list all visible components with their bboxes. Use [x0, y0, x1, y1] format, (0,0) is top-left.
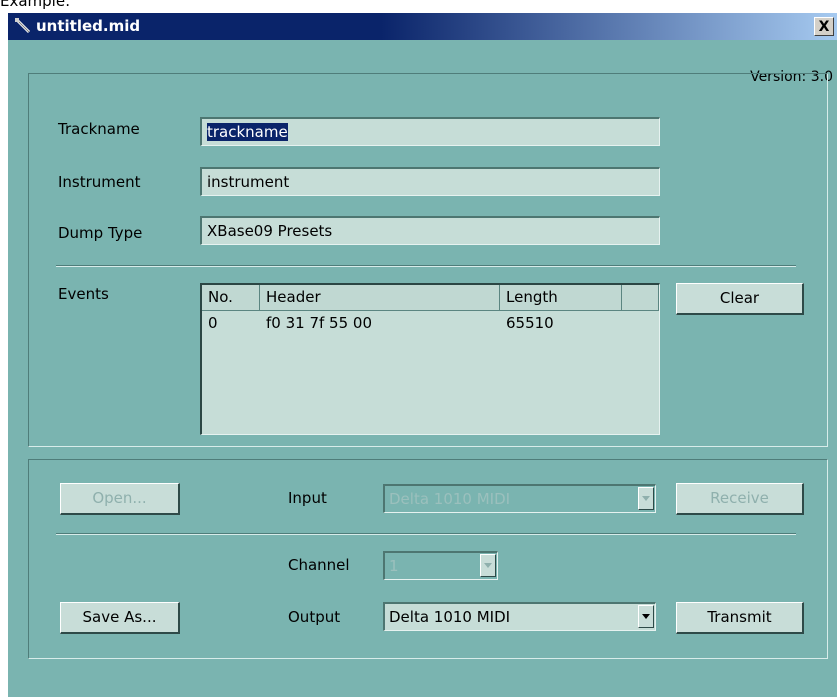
- events-list[interactable]: No. Header Length 0 f0 31 7f 55 00 65510: [200, 283, 660, 435]
- channel-label: Channel: [288, 556, 350, 574]
- instrument-field[interactable]: instrument: [200, 167, 660, 196]
- chevron-down-icon[interactable]: [480, 554, 496, 577]
- trackname-label: Trackname: [58, 120, 140, 138]
- trackname-field[interactable]: trackname: [200, 117, 660, 146]
- input-select[interactable]: Delta 1010 MIDI: [383, 484, 656, 513]
- channel-select-value: 1: [389, 557, 399, 575]
- chevron-down-icon[interactable]: [638, 605, 654, 628]
- input-select-value: Delta 1010 MIDI: [389, 490, 511, 508]
- instrument-label: Instrument: [58, 173, 141, 191]
- open-button[interactable]: Open...: [60, 483, 180, 515]
- input-label: Input: [288, 489, 327, 507]
- chevron-down-icon[interactable]: [638, 487, 654, 510]
- channel-select[interactable]: 1: [383, 551, 498, 580]
- events-label: Events: [58, 285, 109, 303]
- column-header-header[interactable]: Header: [260, 285, 500, 311]
- output-select[interactable]: Delta 1010 MIDI: [383, 602, 656, 631]
- column-header-length[interactable]: Length: [500, 285, 622, 311]
- dump-type-field[interactable]: XBase09 Presets: [200, 216, 660, 245]
- clear-button[interactable]: Clear: [676, 283, 804, 315]
- output-select-value: Delta 1010 MIDI: [389, 608, 511, 626]
- row-no: 0: [208, 314, 218, 332]
- row-length: 65510: [506, 314, 554, 332]
- receive-button[interactable]: Receive: [676, 483, 804, 515]
- transmit-button[interactable]: Transmit: [676, 602, 804, 634]
- trackname-value: trackname: [207, 123, 288, 141]
- window-title: untitled.mid: [36, 17, 141, 35]
- close-button[interactable]: X: [814, 17, 834, 36]
- save-as-button[interactable]: Save As...: [60, 602, 180, 634]
- output-label: Output: [288, 608, 341, 626]
- title-bar[interactable]: untitled.mid X: [8, 13, 837, 40]
- example-caption: Example:: [0, 0, 71, 10]
- bottom-separator: [56, 533, 796, 535]
- column-header-no[interactable]: No.: [202, 285, 260, 311]
- midi-file-icon: [15, 18, 31, 34]
- column-header-filler[interactable]: [622, 285, 659, 311]
- dump-type-label: Dump Type: [58, 224, 143, 242]
- top-separator: [56, 265, 796, 267]
- midi-dump-window: untitled.mid X Version: 3.0 Trackname tr…: [8, 13, 837, 697]
- row-header: f0 31 7f 55 00: [266, 314, 372, 332]
